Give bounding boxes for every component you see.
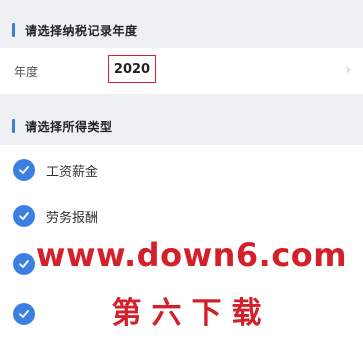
- income-type-item-salary[interactable]: 工资薪金: [0, 147, 363, 193]
- section-accent-bar: [12, 119, 15, 133]
- check-icon[interactable]: [13, 253, 35, 275]
- year-value[interactable]: 2020: [108, 55, 156, 83]
- income-type-section-title: 请选择所得类型: [25, 119, 113, 134]
- tax-year-section-title: 请选择纳税记录年度: [25, 23, 138, 38]
- income-type-list: 工资薪金 劳务报酬: [0, 145, 363, 352]
- income-type-item-labor[interactable]: 劳务报酬: [0, 193, 363, 239]
- check-icon[interactable]: [13, 205, 35, 227]
- check-icon[interactable]: [13, 303, 35, 325]
- income-type-section-header: 请选择所得类型: [0, 116, 363, 136]
- chevron-right-icon: ›: [345, 62, 351, 78]
- tax-year-section-header: 请选择纳税记录年度: [0, 20, 363, 40]
- income-type-label: 工资薪金: [46, 165, 99, 180]
- income-type-item-4[interactable]: [0, 291, 363, 337]
- tax-year-selector-row[interactable]: 年度 2020 ›: [0, 48, 363, 94]
- income-type-label: 劳务报酬: [46, 211, 99, 226]
- section-accent-bar: [12, 23, 15, 37]
- year-label: 年度: [14, 65, 39, 79]
- check-icon[interactable]: [13, 159, 35, 181]
- income-type-item-3[interactable]: [0, 241, 363, 287]
